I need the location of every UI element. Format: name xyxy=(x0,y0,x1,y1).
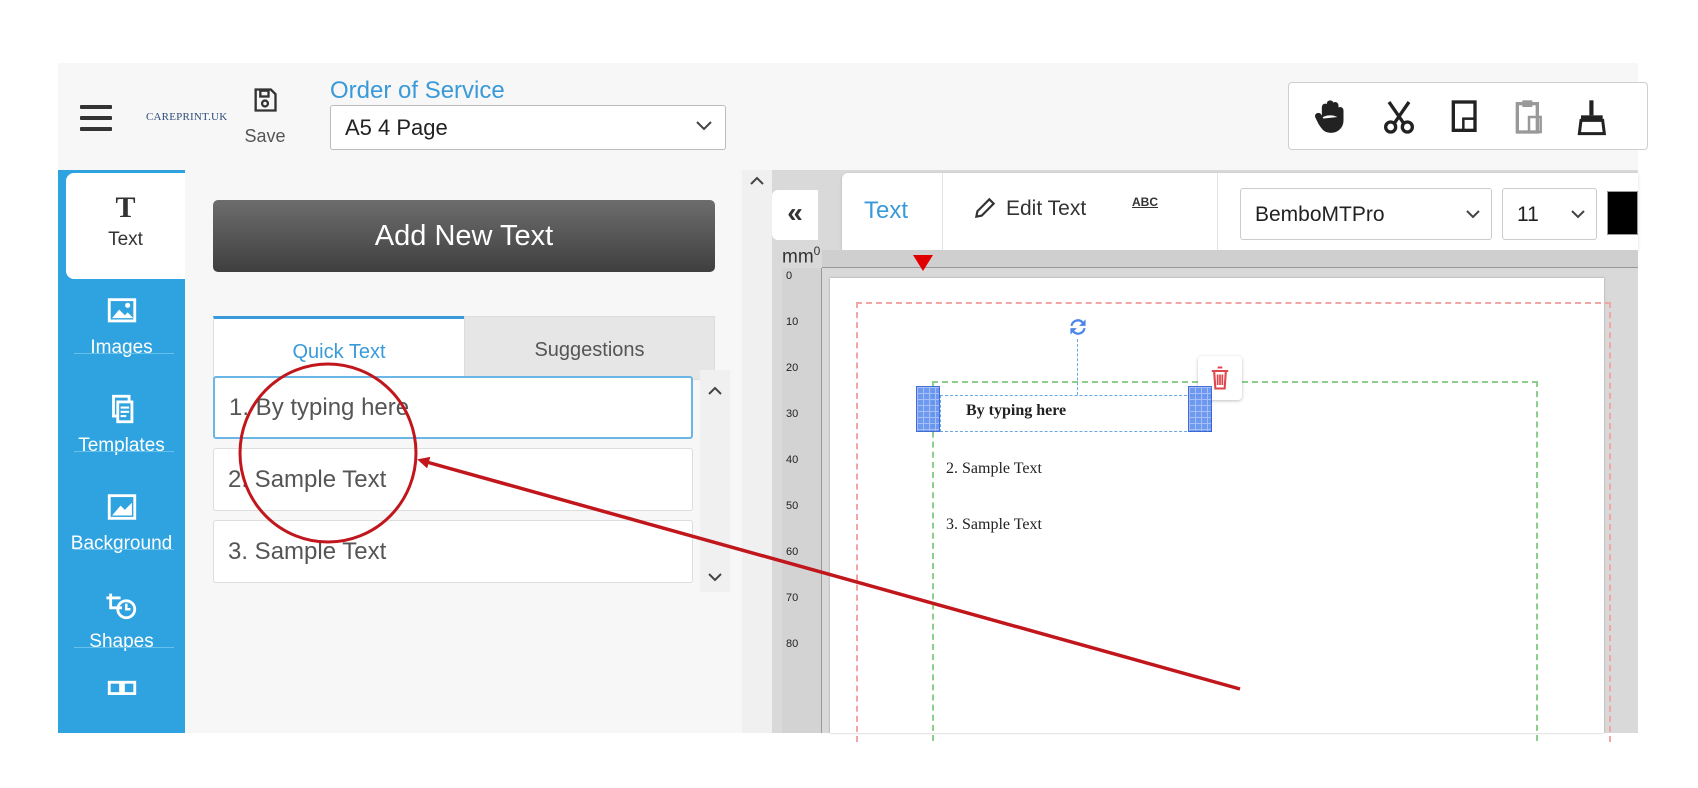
page-text-3[interactable]: 3. Sample Text xyxy=(946,516,1042,534)
horizontal-ruler xyxy=(822,250,1638,268)
cut-icon[interactable] xyxy=(1379,97,1419,137)
format-painter-icon[interactable] xyxy=(1571,97,1611,137)
font-size-select[interactable]: 11 xyxy=(1502,188,1597,240)
ruler-tick: 70 xyxy=(786,592,799,604)
ruler-indent-marker[interactable] xyxy=(913,255,933,271)
save-icon xyxy=(254,88,277,112)
panel-scrollbar[interactable] xyxy=(742,170,772,733)
spellcheck-button[interactable]: ABC xyxy=(1132,195,1158,209)
editor-screen: CAREPRINT.UK Save Order of Service A5 4 … xyxy=(0,0,1698,788)
resize-handle-right[interactable] xyxy=(1188,386,1212,432)
edit-text-button[interactable]: Edit Text xyxy=(972,195,1086,221)
document-title[interactable]: Order of Service xyxy=(330,77,505,105)
sidebar-divider xyxy=(74,451,174,452)
ruler-tick: 60 xyxy=(786,546,799,558)
sidebar-divider xyxy=(74,353,174,354)
chevron-up-icon[interactable] xyxy=(707,386,723,396)
save-label: Save xyxy=(244,126,286,146)
sidebar-item-label: Images xyxy=(90,337,153,358)
sidebar-item-more[interactable] xyxy=(58,660,185,733)
rotate-icon[interactable] xyxy=(1065,314,1091,340)
safe-area-guide xyxy=(932,381,1538,741)
sidebar-item-images[interactable]: Images xyxy=(58,276,185,382)
document-format-value: A5 4 Page xyxy=(345,115,448,140)
chevron-down-icon xyxy=(696,121,712,131)
tab-quick-text[interactable]: Quick Text xyxy=(213,316,464,380)
chevron-down-icon[interactable] xyxy=(707,572,723,582)
ruler-tick: 0 xyxy=(786,270,793,282)
collapse-panel-button[interactable]: « xyxy=(772,190,818,240)
sidebar-item-label: Background xyxy=(70,533,173,554)
text-toolbar: Text Edit Text ABC BemboMTPro 11 xyxy=(842,173,1638,250)
quick-text-input-2[interactable] xyxy=(213,448,693,511)
ruler-tick: 30 xyxy=(786,408,799,420)
chevron-up-icon[interactable] xyxy=(749,176,765,186)
hruler-start-label: 0 xyxy=(813,244,821,258)
templates-icon xyxy=(111,394,133,424)
sidebar-item-label: Text xyxy=(108,229,143,250)
toolbar-divider xyxy=(1217,173,1218,250)
edit-text-label: Edit Text xyxy=(1006,197,1087,220)
ruler-tick: 50 xyxy=(786,500,799,512)
chevron-down-icon xyxy=(1571,210,1585,219)
grid-icon xyxy=(107,680,136,695)
pencil-icon xyxy=(974,197,996,219)
rotate-connector xyxy=(1077,339,1078,395)
add-new-text-button[interactable]: Add New Text xyxy=(213,200,715,272)
chevron-down-icon xyxy=(1466,210,1480,219)
document-format-select[interactable]: A5 4 Page xyxy=(330,105,726,150)
ruler-unit-label: mm0 xyxy=(782,244,820,268)
tab-suggestions[interactable]: Suggestions xyxy=(464,316,715,380)
sidebar: T Text Images Templates Background Shape… xyxy=(58,170,185,733)
ruler-tick: 20 xyxy=(786,362,799,374)
page-text-2[interactable]: 2. Sample Text xyxy=(946,460,1042,478)
quick-text-input-3[interactable] xyxy=(213,520,693,583)
text-mode-label: Text xyxy=(864,197,909,224)
sidebar-item-background[interactable]: Background xyxy=(58,472,185,578)
ruler-tick: 80 xyxy=(786,638,799,650)
ruler-unit: mm xyxy=(782,246,814,268)
copy-icon[interactable] xyxy=(1445,97,1485,137)
vertical-ruler: 0 10 20 30 40 50 60 70 80 xyxy=(782,268,822,733)
font-family-value: BemboMTPro xyxy=(1255,203,1385,226)
font-color-swatch[interactable] xyxy=(1607,191,1638,235)
font-family-select[interactable]: BemboMTPro xyxy=(1240,188,1492,240)
spellcheck-label: ABC xyxy=(1132,195,1158,209)
sidebar-item-label: Shapes xyxy=(89,631,154,652)
hand-icon[interactable] xyxy=(1311,97,1351,137)
edit-toolbox xyxy=(1288,82,1648,150)
text-panel: Add New Text Quick Text Suggestions xyxy=(185,170,742,733)
background-icon xyxy=(107,494,136,520)
text-panel-tabs: Quick Text Suggestions xyxy=(213,316,715,380)
design-canvas-area: « Text Edit Text ABC BemboMTPro 11 mm0 0… xyxy=(772,170,1638,742)
ruler-tick: 10 xyxy=(786,316,799,328)
sidebar-divider xyxy=(74,549,174,550)
top-bar: CAREPRINT.UK Save Order of Service A5 4 … xyxy=(58,63,1648,170)
quick-text-input-1[interactable] xyxy=(213,376,693,439)
toolbar-divider xyxy=(942,173,943,250)
ruler-tick: 40 xyxy=(786,454,799,466)
sidebar-item-text[interactable]: T Text xyxy=(66,173,185,279)
page-preview[interactable]: By typing here 2. Sample Text 3. Sample … xyxy=(830,278,1611,742)
text-icon: T xyxy=(115,191,136,224)
sidebar-item-templates[interactable]: Templates xyxy=(58,374,185,480)
shapes-icon xyxy=(105,593,136,620)
quick-text-scrollbar[interactable] xyxy=(700,370,730,592)
sidebar-divider xyxy=(74,647,174,648)
image-icon xyxy=(107,298,136,323)
menu-hamburger-icon[interactable] xyxy=(80,105,112,131)
brand-logo: CAREPRINT.UK xyxy=(146,111,228,123)
save-button[interactable]: Save xyxy=(240,85,290,155)
resize-handle-left[interactable] xyxy=(916,386,940,432)
paste-icon[interactable] xyxy=(1509,97,1549,137)
sidebar-item-label: Templates xyxy=(78,435,165,456)
page-text-1[interactable]: By typing here xyxy=(966,402,1066,420)
font-size-value: 11 xyxy=(1517,203,1539,226)
